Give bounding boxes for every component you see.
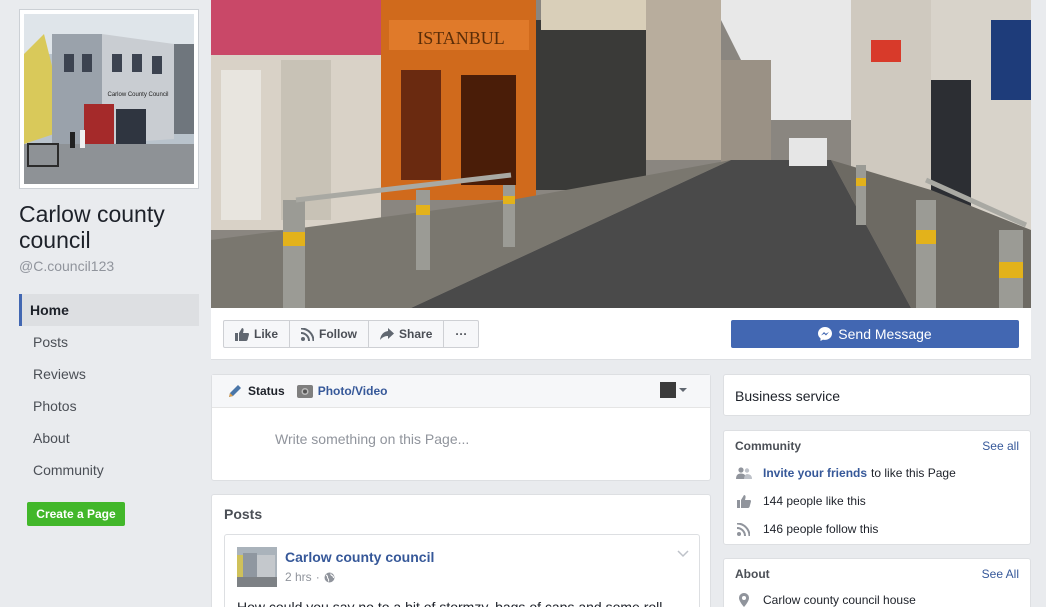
posts-heading: Posts	[224, 506, 263, 522]
share-label: Share	[399, 327, 433, 341]
page-nav: Home Posts Reviews Photos About Communit…	[19, 294, 199, 486]
more-dots-icon: ···	[455, 327, 468, 341]
follow-button[interactable]: Follow	[289, 320, 370, 348]
thumbs-up-icon	[235, 327, 249, 341]
follow-label: Follow	[319, 327, 358, 341]
post-options-chevron-icon[interactable]	[677, 547, 689, 561]
globe-icon	[324, 572, 335, 582]
page-handle[interactable]: @C.council123	[19, 258, 114, 274]
posts-section: Posts Carlow county council 2 hrs · How …	[211, 494, 711, 607]
post-timestamp[interactable]: 2 hrs	[285, 570, 312, 584]
cover-shop-sign: ISTANBUL	[417, 28, 505, 48]
category-card: Business service	[723, 374, 1031, 416]
post-composer: Status Photo/Video Write something on th…	[211, 374, 711, 481]
invite-friends-link[interactable]: Invite your friends	[763, 466, 867, 480]
post-text: How could you say no to a bit of stormzy…	[237, 599, 663, 607]
post-meta: 2 hrs ·	[285, 570, 335, 584]
tab-status[interactable]: Status	[227, 383, 285, 399]
about-heading: About	[735, 567, 770, 581]
send-message-label: Send Message	[838, 326, 932, 342]
cover-photo[interactable]: ISTANBUL	[211, 0, 1031, 308]
camera-icon	[296, 384, 313, 398]
community-heading: Community	[735, 439, 801, 453]
about-card: About See All Carlow county council hous…	[723, 558, 1031, 607]
messenger-icon	[818, 327, 833, 341]
rss-follow-icon	[301, 327, 315, 341]
nav-item-home[interactable]: Home	[19, 294, 199, 326]
nav-item-photos[interactable]: Photos	[19, 390, 199, 422]
community-card: Community See all Invite your friends to…	[723, 430, 1031, 545]
composer-input[interactable]: Write something on this Page...	[275, 431, 469, 447]
pencil-icon	[227, 383, 243, 399]
action-button-group: Like Follow Share ···	[223, 320, 480, 348]
avatar	[660, 382, 676, 398]
community-likes-row: 144 people like this	[735, 492, 866, 510]
tab-status-label: Status	[248, 384, 285, 398]
caret-down-icon	[679, 388, 687, 392]
likes-count-text[interactable]: 144 people like this	[763, 494, 866, 508]
tab-photo-label: Photo/Video	[317, 384, 388, 398]
post-author-name[interactable]: Carlow county council	[285, 549, 434, 565]
nav-item-community[interactable]: Community	[19, 454, 199, 486]
invite-friends-icon	[735, 467, 752, 479]
nav-item-reviews[interactable]: Reviews	[19, 358, 199, 390]
about-address: Carlow county council house	[763, 593, 916, 607]
nav-item-posts[interactable]: Posts	[19, 326, 199, 358]
cover-photo-image: ISTANBUL	[211, 0, 1031, 308]
page-action-bar: Like Follow Share ··· Send Message	[211, 308, 1031, 360]
map-pin-icon	[735, 593, 752, 607]
send-message-button[interactable]: Send Message	[731, 320, 1019, 348]
like-label: Like	[254, 327, 279, 341]
share-button[interactable]: Share	[368, 320, 445, 348]
profile-sign-text: Carlow County Council	[107, 92, 168, 98]
meta-separator: ·	[315, 570, 320, 584]
tab-photo-video[interactable]: Photo/Video	[296, 384, 388, 398]
nav-item-about[interactable]: About	[19, 422, 199, 454]
follows-count-text[interactable]: 146 people follow this	[763, 522, 878, 536]
about-see-all-link[interactable]: See All	[982, 567, 1019, 581]
invite-friends-text: to like this Page	[871, 466, 956, 480]
community-see-all-link[interactable]: See all	[982, 439, 1019, 453]
community-follows-row: 146 people follow this	[735, 520, 878, 538]
more-options-button[interactable]: ···	[443, 320, 480, 348]
composer-tabs: Status Photo/Video	[212, 375, 710, 408]
profile-picture-image: Carlow County Council	[24, 14, 194, 184]
post-card: Carlow county council 2 hrs · How could …	[224, 534, 700, 607]
like-button[interactable]: Like	[223, 320, 291, 348]
community-invite-row: Invite your friends to like this Page	[735, 464, 956, 482]
share-arrow-icon	[380, 328, 395, 340]
post-author-avatar[interactable]	[237, 547, 277, 587]
rss-follow-icon	[735, 522, 752, 536]
about-address-row: Carlow county council house	[735, 591, 916, 607]
page-title: Carlow county council	[19, 201, 165, 253]
create-page-button[interactable]: Create a Page	[27, 502, 125, 526]
left-column: Carlow County Council Carlow county coun…	[0, 0, 211, 607]
thumbs-up-icon	[735, 494, 752, 508]
profile-picture[interactable]: Carlow County Council	[19, 9, 199, 189]
page-category[interactable]: Business service	[735, 388, 840, 404]
composer-identity-switcher[interactable]	[660, 382, 690, 398]
